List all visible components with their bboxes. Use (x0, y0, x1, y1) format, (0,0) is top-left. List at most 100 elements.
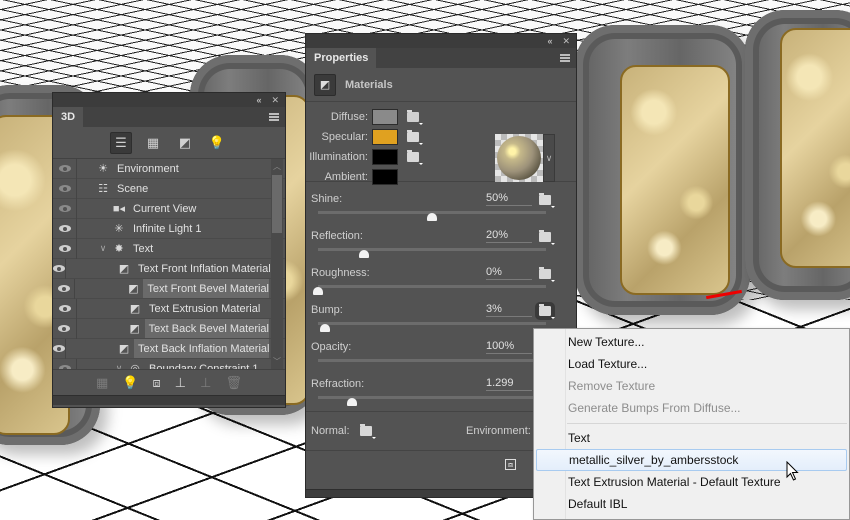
section-title: Materials (345, 78, 393, 91)
color-swatch[interactable] (372, 169, 398, 185)
layer-type-icon: ◩ (129, 303, 141, 315)
collapse-icon[interactable]: « (547, 34, 552, 48)
scroll-up-icon[interactable]: ︿ (271, 161, 283, 172)
layer-row[interactable]: ✳ Infinite Light 1 (53, 218, 285, 239)
texture-folder-icon[interactable] (535, 302, 555, 320)
material-preview[interactable] (495, 134, 543, 182)
color-swatch[interactable] (372, 149, 398, 165)
color-swatch[interactable] (372, 109, 398, 125)
panel-resize-grip[interactable] (53, 395, 285, 405)
add-light-button[interactable]: 💡 (122, 375, 138, 391)
layer-row[interactable]: ∨ ✸ Text (53, 238, 285, 259)
menu-item[interactable]: New Texture... (536, 331, 847, 353)
3d-layer-list: ☀ Environment ☷ Scene ■◂ Current View ✳ Infinit… (53, 159, 285, 369)
close-icon[interactable]: ✕ (271, 93, 279, 107)
visibility-eye-icon[interactable] (53, 338, 66, 359)
layer-row[interactable]: ■◂ Current View (53, 198, 285, 219)
scroll-down-icon[interactable]: ﹀ (271, 356, 283, 367)
visibility-eye-icon[interactable] (53, 218, 77, 239)
layer-list-scrollbar[interactable]: ︿ ﹀ (271, 159, 283, 369)
visibility-eye-icon[interactable] (53, 278, 76, 299)
layer-row[interactable]: ◩ Text Extrusion Material (53, 298, 285, 319)
slider-thumb[interactable] (358, 250, 369, 258)
slider-track[interactable] (318, 322, 546, 325)
slider-value-input[interactable]: 3% (486, 303, 532, 317)
slider-value-input[interactable]: 1.299 (486, 377, 532, 391)
visibility-eye-icon[interactable] (53, 238, 77, 259)
panel-menu-icon[interactable] (560, 54, 570, 62)
scrollbar-thumb[interactable] (272, 175, 282, 233)
slider-value-input[interactable]: 20% (486, 229, 532, 243)
texture-document-icon[interactable] (407, 110, 423, 125)
drop-to-ground-button[interactable]: ⊥ (175, 375, 186, 391)
layer-type-icon: ◩ (129, 323, 140, 335)
render-button[interactable]: ⧈ (153, 375, 161, 391)
color-swatch[interactable] (372, 129, 398, 145)
collapse-icon[interactable]: « (256, 93, 261, 107)
delete-button[interactable]: 🗑 (225, 375, 242, 391)
layer-row[interactable]: ◩ Text Back Bevel Material (53, 318, 285, 339)
visibility-eye-icon[interactable] (53, 298, 77, 319)
visibility-eye-icon[interactable] (53, 318, 77, 339)
menu-item: Remove Texture (568, 379, 656, 393)
normal-texture-folder-icon[interactable] (360, 424, 376, 439)
texture-folder-icon[interactable] (539, 193, 555, 208)
slider-thumb[interactable] (347, 398, 358, 406)
visibility-eye-icon[interactable] (53, 159, 77, 179)
tab-3d[interactable]: 3D (53, 107, 84, 127)
slider-value-input[interactable]: 100% (486, 340, 532, 354)
texture-folder-icon[interactable] (539, 267, 555, 282)
menu-item[interactable]: Text Extrusion Material - Default Textur… (536, 471, 847, 493)
normal-label: Normal: (311, 425, 350, 437)
slider-value-input[interactable]: 0% (486, 266, 532, 280)
slider-track[interactable] (318, 285, 546, 288)
visibility-eye-icon[interactable] (53, 198, 77, 219)
menu-item[interactable]: metallic_silver_by_ambersstock (536, 449, 847, 471)
close-icon[interactable]: ✕ (562, 34, 570, 48)
layer-label: Text Back Bevel Material (148, 322, 269, 335)
menu-item[interactable]: Load Texture... (536, 353, 847, 375)
menu-item[interactable]: Text (536, 427, 847, 449)
material-picker-dropdown[interactable]: ∨ (543, 134, 555, 182)
material-sphere (497, 136, 541, 180)
slider-thumb[interactable] (319, 324, 330, 332)
layer-row[interactable]: ☷ Scene (53, 178, 285, 199)
layer-row[interactable]: ∨ ◎ Boundary Constraint 1 (53, 358, 285, 369)
texture-folder-icon[interactable] (539, 230, 555, 245)
3d-filter-toolbar: ☰ ▦ ◩ 💡 (53, 127, 285, 159)
render-icon[interactable]: ⧈ (505, 459, 516, 470)
tab-properties[interactable]: Properties (306, 48, 377, 68)
layer-row[interactable]: ◩ Text Front Bevel Material (53, 278, 285, 299)
add-mesh-button[interactable]: ▦ (96, 375, 108, 391)
visibility-eye-icon[interactable] (53, 258, 66, 279)
swatch-label: Ambient: (324, 171, 368, 183)
menu-item: Generate Bumps From Diffuse... (568, 401, 741, 415)
panel-menu-icon[interactable] (269, 113, 279, 121)
layer-type-icon: ☀ (98, 163, 108, 175)
texture-folder-icon[interactable] (407, 130, 423, 145)
slider-thumb[interactable] (427, 213, 437, 221)
layer-row[interactable]: ☀ Environment (53, 159, 285, 179)
layer-row[interactable]: ◩ Text Front Inflation Material (53, 258, 285, 279)
slider-track[interactable] (318, 359, 546, 362)
slider-track[interactable] (318, 248, 546, 251)
texture-folder-icon[interactable] (407, 150, 423, 165)
layer-row[interactable]: ◩ Text Back Inflation Material (53, 338, 285, 359)
expand-chevron-icon[interactable]: ∨ (113, 363, 125, 369)
panel-properties-titlebar[interactable]: « ✕ (306, 34, 576, 48)
remove-from-ground-button[interactable]: ⊥ (200, 375, 211, 391)
menu-item[interactable]: Default IBL (536, 493, 847, 515)
slider-value-input[interactable]: 50% (486, 192, 532, 206)
meshes-filter-button[interactable]: ▦ (142, 132, 164, 154)
visibility-eye-icon[interactable] (53, 358, 77, 369)
slider-thumb[interactable] (313, 287, 323, 295)
visibility-eye-icon[interactable] (53, 178, 77, 199)
whole-scene-filter-button[interactable]: ☰ (110, 131, 132, 154)
panel-3d-titlebar[interactable]: « ✕ (53, 93, 285, 107)
slider-label: Opacity: (311, 341, 352, 353)
layer-label: Text Extrusion Material (149, 302, 261, 315)
expand-chevron-icon[interactable]: ∨ (97, 243, 109, 254)
lights-filter-button[interactable]: 💡 (206, 132, 228, 154)
materials-filter-button[interactable]: ◩ (174, 132, 196, 154)
3d-letter-y (745, 10, 850, 300)
